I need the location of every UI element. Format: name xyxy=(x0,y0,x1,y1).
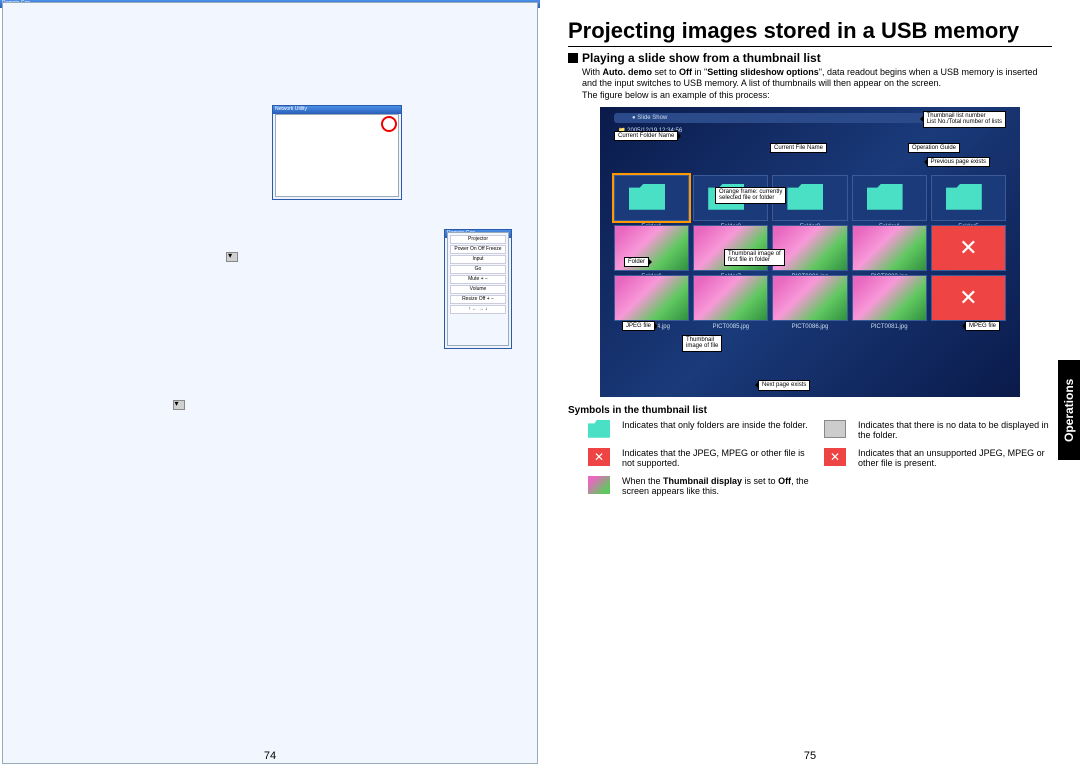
right-title: Projecting images stored in a USB memory xyxy=(568,18,1052,47)
thumb-pict86[interactable]: PICT0086.jpg xyxy=(772,275,847,321)
folder-icon xyxy=(588,420,610,438)
folder-blank-icon xyxy=(824,420,846,438)
sym-no-data: Indicates that there is no data to be di… xyxy=(858,420,1052,440)
callout-current-file: Current File Name xyxy=(770,143,827,154)
callout-folder: Folder xyxy=(624,257,649,268)
thumb-cross2[interactable] xyxy=(931,275,1006,321)
symbols-heading: Symbols in the thumbnail list xyxy=(568,405,1052,416)
right-page: Projecting images stored in a USB memory… xyxy=(540,0,1080,766)
right-intro: With Auto. demo set to Off in "Setting s… xyxy=(582,67,1052,101)
callout-orange-frame: Orange frame: currently selected file or… xyxy=(715,187,786,204)
cross-icon-2 xyxy=(824,448,846,466)
thumb-pict84[interactable]: PICT0084.jpg xyxy=(614,275,689,321)
operations-tab: Operations xyxy=(1058,360,1080,460)
page-number-left: 74 xyxy=(264,750,276,762)
network-utility-window: Network Utility xyxy=(272,105,402,200)
playing-slideshow-heading: Playing a slide show from a thumbnail li… xyxy=(568,51,1052,65)
remote-control-window-thumb: Remote Con… xyxy=(462,107,512,182)
thumb-folder5[interactable]: Folder5 xyxy=(931,175,1006,221)
thumbnail-grid: Folder1 Folder2 Folder3 Folder4 Folder5 … xyxy=(614,175,1006,321)
thumb-pict81b[interactable]: PICT0081.jpg xyxy=(852,275,927,321)
left-page: Using the Network Utility (Continued) Op… xyxy=(0,0,540,766)
thumb-pict82[interactable]: PICT0082.jpg xyxy=(852,225,927,271)
dropdown-icon-2[interactable] xyxy=(173,400,185,410)
sym-not-supported: Indicates that the JPEG, MPEG or other f… xyxy=(622,448,816,468)
sym-unsupported-present: Indicates that an unsupported JPEG, MPEG… xyxy=(858,448,1052,468)
thumbnail-figure: ● Slide Show 📁 2005/12/19 12:34:56 Curre… xyxy=(600,107,1020,397)
callout-jpeg: JPEG file xyxy=(622,321,655,332)
callout-thumb-file: Thumbnail image of file xyxy=(682,335,722,352)
remote-control-window-big: Remote Con… Projector Power On Off Freez… xyxy=(444,229,512,349)
callout-thumb-list-num: Thumbnail list number List No./Total num… xyxy=(923,111,1006,128)
page-number-right: 75 xyxy=(804,750,816,762)
thumb-folder1[interactable]: Folder1 xyxy=(614,175,689,221)
symbols-grid: Indicates that only folders are inside t… xyxy=(588,420,1052,496)
thumb-cross1[interactable] xyxy=(931,225,1006,271)
jpeg-icon xyxy=(588,476,610,494)
callout-prev-page: Previous page exists xyxy=(927,157,990,168)
callout-current-folder: Current Folder Name xyxy=(614,131,678,142)
dropdown-icon[interactable] xyxy=(226,252,238,262)
callout-next-page: Next page exists xyxy=(758,380,810,391)
sym-folder-only: Indicates that only folders are inside t… xyxy=(622,420,816,430)
thumb-pict85[interactable]: PICT0085.jpg xyxy=(693,275,768,321)
thumb-folder4[interactable]: Folder4 xyxy=(852,175,927,221)
callout-mpeg: MPEG file xyxy=(965,321,1000,332)
cross-icon xyxy=(588,448,610,466)
sym-thumb-off: When the Thumbnail display is set to Off… xyxy=(622,476,816,496)
callout-first-file: Thumbnail image of first file in folder xyxy=(724,249,785,266)
callout-op-guide: Operation Guide xyxy=(908,143,960,154)
